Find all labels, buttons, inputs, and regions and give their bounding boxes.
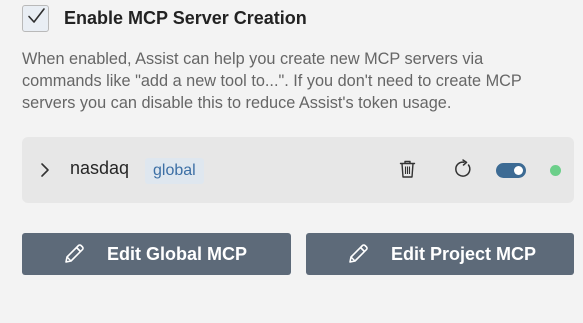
pencil-icon bbox=[62, 242, 86, 266]
checkmark-icon bbox=[26, 6, 46, 31]
edit-global-mcp-label: Edit Global MCP bbox=[107, 243, 248, 264]
edit-project-mcp-button[interactable]: Edit Project MCP bbox=[306, 233, 574, 275]
enable-mcp-creation-label[interactable]: Enable MCP Server Creation bbox=[64, 8, 307, 29]
enable-mcp-creation-row: Enable MCP Server Creation bbox=[22, 5, 307, 32]
toggle-knob bbox=[514, 166, 523, 175]
mcp-server-row: nasdaq global bbox=[22, 137, 574, 203]
server-status-indicator bbox=[550, 165, 561, 176]
server-enabled-toggle[interactable] bbox=[496, 163, 526, 178]
refresh-icon[interactable] bbox=[453, 159, 473, 184]
trash-icon[interactable] bbox=[399, 159, 416, 184]
mcp-settings-panel: Enable MCP Server Creation When enabled,… bbox=[0, 0, 583, 323]
server-name: nasdaq bbox=[70, 158, 130, 178]
pencil-icon bbox=[346, 242, 370, 266]
server-scope-badge: global bbox=[145, 158, 204, 184]
edit-project-mcp-label: Edit Project MCP bbox=[391, 243, 537, 264]
edit-global-mcp-button[interactable]: Edit Global MCP bbox=[22, 233, 291, 275]
chevron-right-icon[interactable] bbox=[39, 161, 51, 184]
enable-mcp-creation-checkbox[interactable] bbox=[22, 5, 49, 32]
mcp-creation-description: When enabled, Assist can help you create… bbox=[22, 50, 522, 112]
